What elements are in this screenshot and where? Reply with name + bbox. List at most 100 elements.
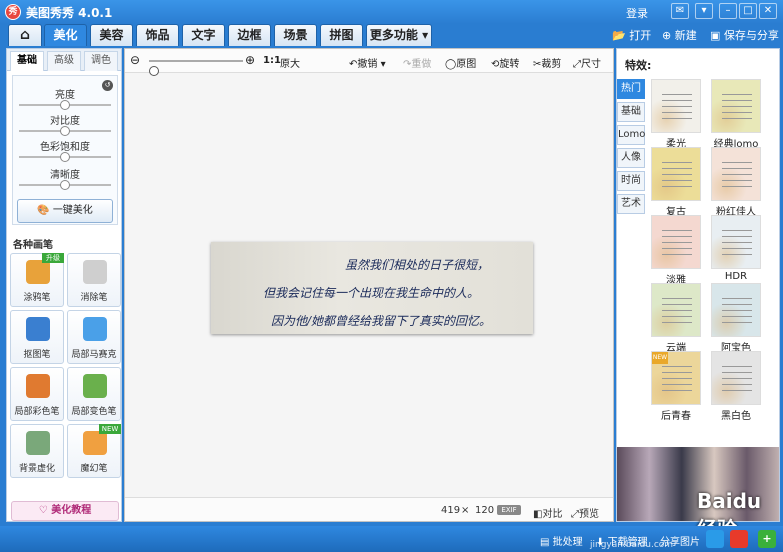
star-icon[interactable] — [706, 530, 724, 548]
effect-category[interactable]: 艺术 — [617, 194, 645, 214]
thumbnail-text-line — [662, 322, 692, 323]
zoom-slider[interactable] — [148, 60, 243, 76]
tab-border[interactable]: 边框 — [228, 24, 271, 46]
beautify-tutorial-button[interactable]: ♡ 美化教程 — [11, 501, 119, 521]
open-button[interactable]: 📂 打开 — [612, 27, 651, 43]
effect-thumbnail[interactable]: NEW — [651, 351, 701, 405]
contrast-label: 对比度 — [50, 116, 80, 127]
contrast-knob[interactable] — [60, 126, 70, 136]
tab-collage[interactable]: 拼图 — [320, 24, 363, 46]
saturation-knob[interactable] — [60, 152, 70, 162]
original-image-button[interactable]: ◯原图 — [445, 55, 476, 70]
effect-thumbnail[interactable] — [651, 147, 701, 201]
photo-image[interactable]: 虽然我们相处的日子很短， 但我会记住每一个出现在我生命中的人。 因为他/她都曾经… — [211, 242, 533, 334]
effect-thumbnail[interactable] — [651, 283, 701, 337]
effect-category[interactable]: 人像 — [617, 148, 645, 168]
skin-icon[interactable]: ▾ — [695, 3, 713, 19]
compare-button[interactable]: ◧对比 — [533, 505, 562, 520]
brush-tool[interactable]: 背景虚化 — [10, 424, 64, 478]
subtab-color[interactable]: 调色 — [84, 51, 118, 71]
effect-thumbnail[interactable] — [711, 215, 761, 269]
thumbnail-text-line — [662, 186, 692, 187]
brush-label: 消除笔 — [80, 293, 108, 303]
thumbnail-text-line — [722, 174, 752, 175]
thumbnail-text-line — [722, 304, 752, 305]
brush-tool[interactable]: 抠图笔 — [10, 310, 64, 364]
zoom-knob[interactable] — [148, 66, 159, 76]
tab-accessories[interactable]: 饰品 — [136, 24, 179, 46]
close-icon[interactable]: ✕ — [759, 3, 777, 19]
original-size-button[interactable]: 原大 — [280, 55, 300, 70]
effect-thumbnail[interactable] — [711, 147, 761, 201]
effect-thumbnail[interactable] — [711, 79, 761, 133]
new-button[interactable]: ⊕ 新建 — [662, 27, 697, 43]
zoom-in-icon[interactable]: ⊕ — [245, 53, 255, 67]
brightness-slider[interactable] — [19, 100, 111, 110]
zoom-out-icon[interactable]: ⊖ — [130, 53, 140, 67]
minimize-icon[interactable]: – — [719, 3, 737, 19]
preview-button[interactable]: ⤢预览 — [571, 505, 599, 520]
effect-thumbnail[interactable] — [651, 79, 701, 133]
size-button[interactable]: ⤢尺寸 — [573, 55, 601, 70]
thumbnail-text-line — [662, 390, 692, 391]
resize-icon: ⤢ — [573, 59, 581, 70]
effect-category[interactable]: 热门 — [617, 79, 645, 99]
adjust-subtabs: 基础 高级 调色 — [7, 49, 121, 71]
batch-button[interactable]: ▤ 批处理 — [540, 533, 583, 548]
feedback-icon[interactable]: ✉ — [671, 3, 689, 19]
brush-tool[interactable]: 涂鸦笔 升级 — [10, 253, 64, 307]
exif-button[interactable]: EXIF — [497, 505, 521, 515]
thumbnail-text-line — [722, 180, 752, 181]
saturation-label: 色彩饱和度 — [40, 142, 90, 153]
effect-thumbnail[interactable] — [711, 351, 761, 405]
brush-tool[interactable]: 局部马赛克 — [67, 310, 121, 364]
subtab-basic[interactable]: 基础 — [10, 51, 44, 71]
preview-icon: ⤢ — [571, 509, 579, 520]
sharpness-slider[interactable] — [19, 180, 111, 190]
redo-button[interactable]: ↷重做 — [403, 55, 431, 70]
tab-beautify[interactable]: 美化 — [44, 24, 87, 46]
brush-tool[interactable]: 消除笔 — [67, 253, 121, 307]
effect-thumbnail[interactable] — [651, 215, 701, 269]
saturation-slider[interactable] — [19, 152, 111, 162]
canvas-area: ⊖ ⊕ 1:1 原大 ↶撤销 ▾ ↷重做 ◯原图 ⟲旋转 ✂裁剪 ⤢尺寸 虽然我… — [124, 48, 614, 522]
tutorial-label: 美化教程 — [51, 505, 92, 516]
brush-tool[interactable]: 魔幻笔 NEW — [67, 424, 121, 478]
thumbnail-text-line — [722, 322, 752, 323]
image-width: 419 — [441, 505, 461, 516]
login-link[interactable]: 登录 — [626, 5, 648, 21]
brush-label: 背景虚化 — [18, 464, 55, 474]
crop-button[interactable]: ✂裁剪 — [533, 55, 561, 70]
ratio-button[interactable]: 1:1 — [263, 55, 281, 66]
effect-category[interactable]: 时尚 — [617, 171, 645, 191]
effect-thumbnail[interactable] — [711, 283, 761, 337]
batch-label: 批处理 — [552, 537, 583, 548]
undo-button[interactable]: ↶撤销 ▾ — [349, 55, 386, 70]
weibo-icon[interactable] — [730, 530, 748, 548]
add-icon[interactable]: + — [758, 530, 776, 548]
brightness-knob[interactable] — [60, 100, 70, 110]
contrast-slider[interactable] — [19, 126, 111, 136]
maximize-icon[interactable]: □ — [739, 3, 757, 19]
save-share-button[interactable]: ▣ 保存与分享 — [710, 27, 779, 43]
photo-line-2: 但我会记住每一个出现在我生命中的人。 — [263, 286, 480, 300]
effect-category[interactable]: Lomo — [617, 125, 645, 145]
brush-tool[interactable]: 局部彩色笔 — [10, 367, 64, 421]
brush-label: 魔幻笔 — [80, 464, 108, 474]
tab-scene[interactable]: 场景 — [274, 24, 317, 46]
brightness-label: 亮度 — [55, 90, 75, 101]
rotate-button[interactable]: ⟲旋转 — [491, 55, 519, 70]
thumbnail-text-line — [662, 366, 692, 367]
brush-label: 涂鸦笔 — [23, 293, 51, 303]
home-icon[interactable]: ⌂ — [8, 24, 42, 46]
effect-category[interactable]: 基础 — [617, 102, 645, 122]
brush-tool[interactable]: 局部变色笔 — [67, 367, 121, 421]
thumbnail-text-line — [722, 378, 752, 379]
sharpness-knob[interactable] — [60, 180, 70, 190]
tab-text[interactable]: 文字 — [182, 24, 225, 46]
tab-beauty[interactable]: 美容 — [90, 24, 133, 46]
subtab-advanced[interactable]: 高级 — [47, 51, 81, 71]
brush-icon — [83, 317, 107, 341]
tab-more-features[interactable]: 更多功能 ▾ — [366, 24, 432, 46]
one-key-beautify-button[interactable]: 🎨 一键美化 — [17, 199, 113, 223]
